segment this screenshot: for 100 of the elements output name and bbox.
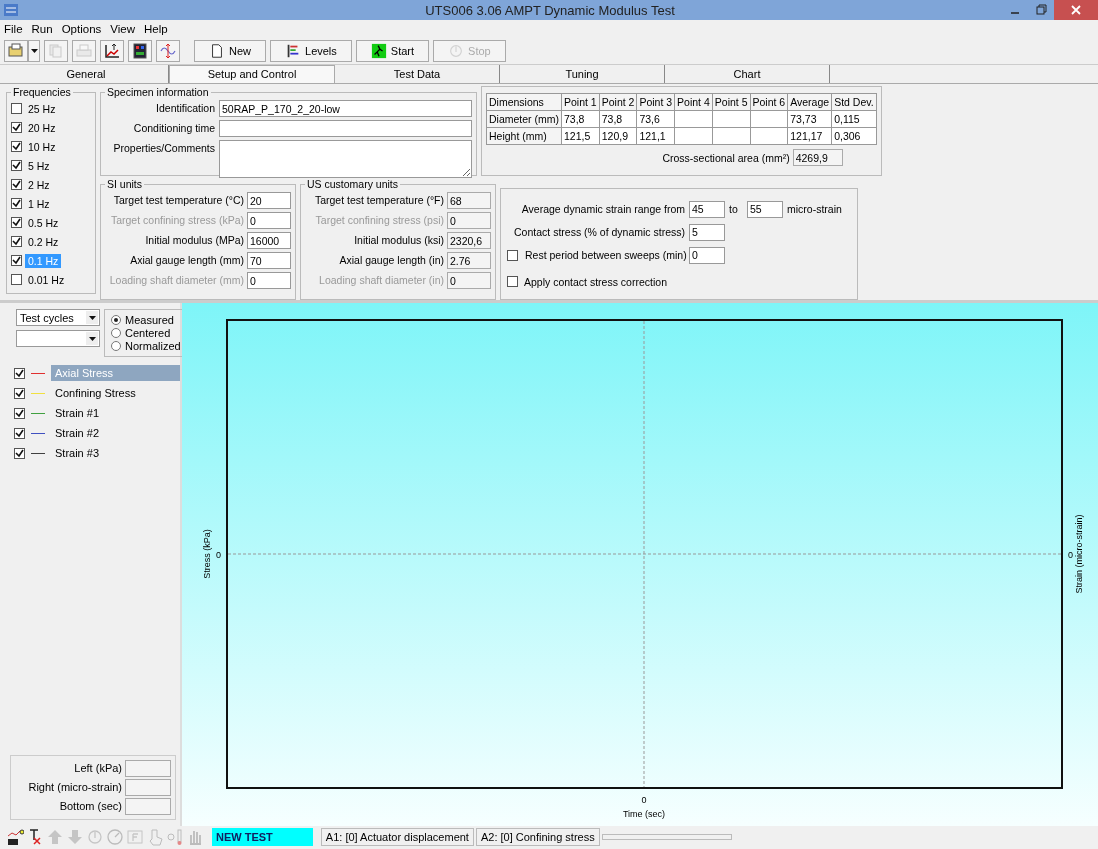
- input-field[interactable]: [125, 760, 171, 777]
- dropdown[interactable]: [16, 330, 100, 347]
- frequency-option[interactable]: 0.2 Hz: [25, 234, 62, 249]
- menu-item[interactable]: Options: [61, 23, 102, 35]
- checkbox[interactable]: [11, 179, 22, 190]
- radio-label[interactable]: Normalized: [125, 340, 181, 352]
- tab[interactable]: Test Data: [335, 65, 500, 83]
- caret-icon: [88, 336, 96, 341]
- checkbox[interactable]: [14, 387, 25, 399]
- field-label: Properties/Comments: [112, 141, 215, 154]
- menu-item[interactable]: View: [110, 23, 135, 35]
- toolbar-button[interactable]: New: [194, 40, 266, 62]
- input-field[interactable]: 20: [247, 192, 291, 209]
- channel-item[interactable]: Strain #2: [51, 425, 180, 441]
- field-label: Cross-sectional area (mm²): [662, 151, 790, 164]
- close-icon[interactable]: [1054, 0, 1098, 20]
- menu-item[interactable]: Run: [31, 23, 53, 35]
- input-field[interactable]: 4269,9: [792, 149, 843, 166]
- radio-button[interactable]: [111, 341, 121, 351]
- field-label: Rest period between sweeps (min): [525, 249, 685, 261]
- channel-item[interactable]: Strain #3: [51, 445, 180, 461]
- column-header: Point 3: [636, 93, 675, 111]
- toolbar-button[interactable]: [100, 40, 124, 62]
- checkbox[interactable]: [11, 103, 22, 114]
- printer-icon: [75, 42, 93, 60]
- field-label: Target confining stress (psi): [314, 213, 444, 228]
- input-field[interactable]: [219, 120, 472, 137]
- tab[interactable]: Chart: [665, 65, 830, 83]
- caret-icon: [88, 315, 96, 320]
- input-field[interactable]: 50RAP_P_170_2_20-low: [219, 100, 472, 117]
- channel-item[interactable]: Confining Stress: [51, 385, 180, 401]
- copy-icon: [47, 42, 65, 60]
- field-label: Target test temperature (°C): [112, 193, 244, 208]
- input-field[interactable]: 70: [247, 252, 291, 269]
- frequency-option[interactable]: 0.01 Hz: [25, 272, 68, 287]
- checkbox[interactable]: [11, 274, 22, 285]
- checkbox[interactable]: [14, 367, 25, 379]
- radio-button[interactable]: [111, 315, 121, 325]
- radio-label[interactable]: Measured: [125, 314, 174, 326]
- checkbox[interactable]: [11, 255, 22, 266]
- input-field[interactable]: 0: [689, 246, 725, 264]
- toolbar-button[interactable]: Start: [355, 40, 430, 62]
- radio-label[interactable]: Centered: [125, 327, 171, 339]
- field-label: Average dynamic strain range from: [520, 203, 685, 215]
- checkbox[interactable]: [11, 217, 22, 228]
- checkbox[interactable]: [11, 236, 22, 247]
- input-field[interactable]: 16000: [247, 232, 291, 249]
- frequency-option[interactable]: 25 Hz: [25, 101, 59, 116]
- checkbox[interactable]: [11, 122, 22, 133]
- frequency-option[interactable]: 10 Hz: [25, 139, 59, 154]
- checkbox[interactable]: [11, 160, 22, 171]
- menu-item[interactable]: Help: [144, 23, 168, 35]
- comments-field[interactable]: [219, 140, 472, 178]
- dropdown[interactable]: Test cycles: [16, 309, 100, 326]
- tab[interactable]: Tuning: [500, 65, 665, 83]
- window-title: UTS006 3.06 AMPT Dynamic Modulus Test: [424, 2, 676, 18]
- checkbox[interactable]: [507, 249, 518, 261]
- input-field[interactable]: [125, 798, 171, 815]
- caret-icon: [30, 49, 38, 53]
- checkbox[interactable]: [11, 141, 22, 152]
- app-icon: [4, 4, 18, 16]
- column-header: Point 4: [674, 93, 713, 111]
- checkbox[interactable]: [507, 276, 518, 287]
- checkbox[interactable]: [14, 407, 25, 419]
- field-label: Axial gauge length (in): [338, 253, 444, 268]
- input-field[interactable]: 5: [689, 223, 725, 241]
- frequency-option[interactable]: 5 Hz: [25, 158, 53, 173]
- input-field[interactable]: 2320,6: [447, 232, 491, 249]
- axis-tick-label: 0: [216, 550, 221, 560]
- column-header: Average: [787, 93, 832, 111]
- folder-icon: [7, 42, 25, 60]
- runner-icon: [370, 43, 387, 59]
- toolbar-button[interactable]: Levels: [270, 40, 352, 62]
- input-field[interactable]: 45: [689, 200, 725, 218]
- column-header: Point 5: [712, 93, 750, 111]
- levels-icon: [285, 43, 301, 59]
- checkbox[interactable]: [14, 447, 25, 459]
- dropdown-button[interactable]: [28, 40, 40, 62]
- frequency-option[interactable]: 20 Hz: [25, 120, 59, 135]
- field-label: to: [729, 203, 739, 215]
- input-field[interactable]: [125, 779, 171, 796]
- input-field[interactable]: 55: [747, 200, 783, 218]
- channel-item[interactable]: Strain #1: [51, 405, 180, 421]
- input-field[interactable]: 2.76: [447, 252, 491, 269]
- frequency-option[interactable]: 2 Hz: [25, 177, 53, 192]
- checkbox[interactable]: [11, 198, 22, 209]
- frequency-option[interactable]: 1 Hz: [25, 196, 53, 211]
- menu-item[interactable]: File: [4, 23, 23, 35]
- checkbox-label[interactable]: Apply contact stress correction: [524, 275, 667, 288]
- radio-button[interactable]: [111, 328, 121, 338]
- frequency-option[interactable]: 0.5 Hz: [25, 215, 62, 230]
- field-label: Bottom (sec): [58, 799, 122, 814]
- toolbar-button[interactable]: [128, 40, 152, 62]
- field-label: Target test temperature (°F): [313, 193, 444, 208]
- field-label: Contact stress (% of dynamic stress): [513, 226, 685, 238]
- column-header: Point 6: [750, 93, 788, 111]
- input-field[interactable]: 68: [447, 192, 491, 209]
- group-title: Specimen information: [106, 86, 210, 98]
- checkbox[interactable]: [14, 427, 25, 439]
- tab[interactable]: Setup and Control: [169, 65, 335, 83]
